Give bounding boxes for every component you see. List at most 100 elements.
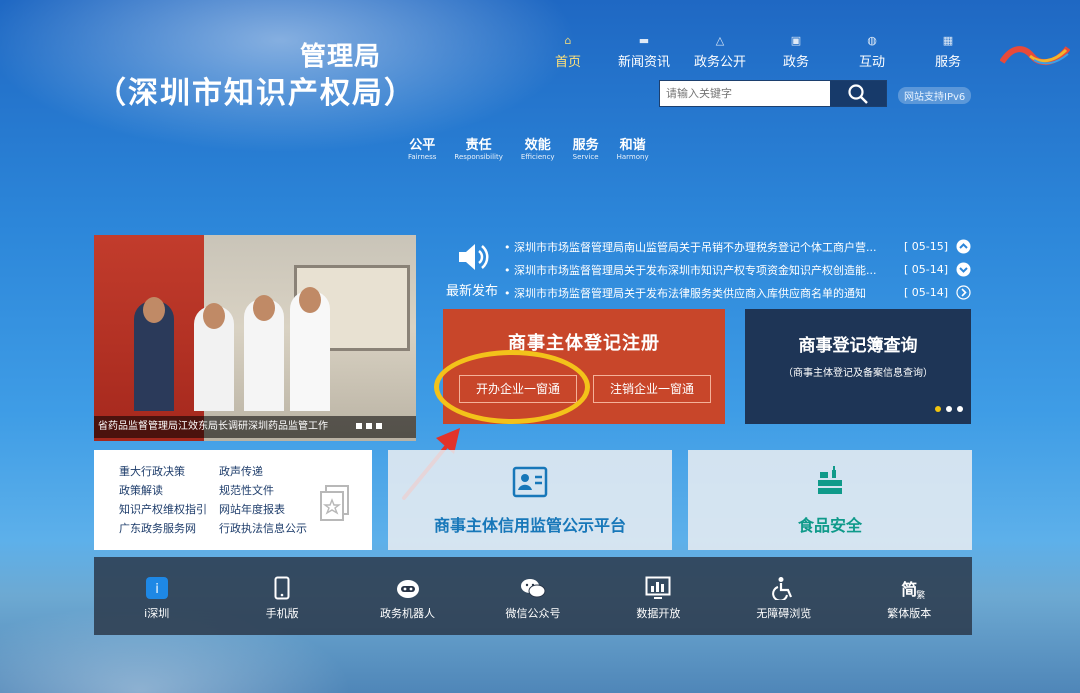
ribbon-logo	[1000, 46, 1070, 66]
tool-label: 手机版	[265, 607, 299, 620]
search-button[interactable]	[830, 81, 886, 106]
news-date: [ 05-14]	[903, 286, 948, 299]
link-major-decisions[interactable]: 重大行政决策	[119, 464, 219, 480]
slider-dots[interactable]	[356, 423, 382, 429]
nav-label: 互动	[858, 55, 885, 70]
news-item[interactable]: • 深圳市市场监督管理局南山监管局关于吊销不办理税务登记个体工商户营... [ …	[504, 235, 974, 258]
query-subtitle: （商事主体登记及备案信息查询）	[783, 368, 933, 379]
nav-label: 新闻资讯	[617, 55, 670, 70]
tool-traditional[interactable]: 简 繁 繁体版本	[847, 557, 972, 635]
scroll-down-button[interactable]	[954, 262, 972, 278]
scroll-up-button[interactable]	[954, 239, 972, 255]
latest-label: 最新发布	[446, 284, 499, 299]
tool-label: 繁体版本	[887, 607, 932, 620]
value-efficiency: 效能 Efficiency	[520, 138, 555, 161]
id-card-icon	[512, 466, 548, 498]
bottom-toolbar: i i深圳 手机版 政务机器人 微信公众号 数据开放 无障碍浏览 简 繁 繁体版…	[94, 557, 972, 635]
value-fairness: 公平 Fairness	[408, 138, 437, 161]
link-policy-interpretation[interactable]: 政策解读	[119, 483, 219, 499]
nav-home[interactable]: ⌂ 首页	[530, 34, 606, 70]
tool-accessibility[interactable]: 无障碍浏览	[721, 557, 846, 635]
tool-robot[interactable]: 政务机器人	[345, 557, 470, 635]
nav-label: 政务	[782, 55, 809, 70]
nav-label: 服务	[934, 55, 961, 70]
food-safety-icon	[818, 466, 842, 494]
main-nav: ⌂ 首页 ▬ 新闻资讯 △ 政务公开 ▣ 政务 ◍ 互动 ▦ 服务	[530, 34, 986, 70]
link-government-voice[interactable]: 政声传递	[219, 464, 329, 480]
link-ip-rights-guide[interactable]: 知识产权维权指引	[119, 502, 219, 518]
svg-text:i: i	[155, 582, 159, 597]
value-harmony: 和谐 Harmony	[616, 138, 649, 161]
highlight-circle	[434, 350, 590, 424]
photo-head	[143, 297, 165, 323]
search-icon	[848, 83, 868, 104]
quick-links-box: 重大行政决策 政声传递 政策解读 规范性文件 知识产权维权指引 网站年度报表 广…	[94, 450, 372, 550]
search-box	[659, 80, 887, 107]
chat-icon: ◍	[867, 34, 877, 47]
nav-interaction[interactable]: ◍ 互动	[834, 34, 910, 70]
ipv6-badge: 网站支持IPv6	[898, 87, 972, 104]
nav-label: 首页	[554, 55, 581, 70]
registry-query-panel[interactable]: 商事登记簿查询 （商事主体登记及备案信息查询）	[745, 309, 971, 424]
photo-head	[203, 303, 225, 329]
speaker-icon	[459, 244, 489, 270]
latest-news-list: • 深圳市市场监督管理局南山监管局关于吊销不办理税务登记个体工商户营... [ …	[504, 235, 974, 304]
tool-i-shenzhen[interactable]: i i深圳	[94, 557, 219, 635]
accessibility-icon	[771, 577, 792, 600]
value-service: 服务 Service	[572, 138, 599, 161]
chevron-up-icon	[956, 239, 970, 254]
more-button[interactable]	[954, 285, 972, 301]
link-guangdong-service[interactable]: 广东政务服务网	[119, 521, 219, 537]
news-item[interactable]: • 深圳市市场监督管理局关于发布深圳市知识产权专项资金知识产权创造能... [ …	[504, 258, 974, 281]
food-safety-panel[interactable]: 食品安全	[688, 450, 972, 550]
wechat-icon	[520, 579, 546, 598]
link-normative-docs[interactable]: 规范性文件	[219, 483, 329, 499]
documents-icon	[320, 485, 349, 521]
search-input[interactable]	[660, 81, 830, 106]
nav-gov-open[interactable]: △ 政务公开	[682, 34, 758, 70]
photo-head	[253, 295, 275, 321]
news-icon: ▬	[638, 34, 650, 47]
food-safety-title: 食品安全	[797, 516, 862, 535]
photo-head	[299, 287, 321, 313]
news-title[interactable]: • 深圳市市场监督管理局南山监管局关于吊销不办理税务登记个体工商户营...	[504, 239, 896, 255]
traditional-icon: 简 繁	[901, 580, 926, 601]
tool-label: 数据开放	[636, 607, 681, 620]
nav-news[interactable]: ▬ 新闻资讯	[606, 34, 682, 70]
chevron-down-icon	[956, 262, 970, 277]
chevron-right-icon	[955, 285, 971, 300]
credit-platform-panel[interactable]: 商事主体信用监管公示平台	[388, 450, 672, 550]
tool-wechat[interactable]: 微信公众号	[470, 557, 595, 635]
tool-open-data[interactable]: 数据开放	[596, 557, 721, 635]
tool-mobile[interactable]: 手机版	[219, 557, 344, 635]
nav-gov-service[interactable]: ▣ 政务	[758, 34, 834, 70]
core-values: 公平 Fairness 责任 Responsibility 效能 Efficiency…	[408, 134, 649, 161]
network-icon: △	[715, 34, 725, 47]
query-dots[interactable]	[935, 406, 963, 412]
nav-service[interactable]: ▦ 服务	[910, 34, 986, 70]
news-photo-slider[interactable]	[94, 235, 416, 441]
credit-platform-title: 商事主体信用监管公示平台	[433, 516, 626, 535]
mobile-icon	[274, 576, 290, 600]
site-title-line2: （深圳市知识产权局）	[96, 76, 416, 111]
home-icon: ⌂	[564, 34, 572, 47]
robot-icon	[396, 580, 419, 598]
query-title: 商事登记簿查询	[798, 336, 918, 356]
news-title[interactable]: • 深圳市市场监督管理局关于发布法律服务类供应商入库供应商名单的通知	[504, 285, 896, 301]
grid-icon: ▦	[942, 34, 954, 47]
link-annual-report[interactable]: 网站年度报表	[219, 502, 329, 518]
tool-label: 无障碍浏览	[756, 607, 812, 620]
chart-icon	[645, 576, 671, 599]
news-date: [ 05-14]	[903, 263, 948, 276]
close-business-button[interactable]: 注销企业一窗通	[593, 375, 711, 403]
link-enforcement-info[interactable]: 行政执法信息公示	[219, 521, 329, 537]
tool-label: 政务机器人	[380, 607, 436, 620]
news-title[interactable]: • 深圳市市场监督管理局关于发布深圳市知识产权专项资金知识产权创造能...	[504, 262, 896, 278]
tool-label: 微信公众号	[505, 607, 561, 620]
nav-label: 政务公开	[693, 55, 746, 70]
tool-label: i深圳	[144, 607, 170, 620]
i-shenzhen-icon: i	[145, 577, 168, 599]
value-responsibility: 责任 Responsibility	[454, 138, 503, 161]
news-date: [ 05-15]	[903, 240, 948, 253]
news-item[interactable]: • 深圳市市场监督管理局关于发布法律服务类供应商入库供应商名单的通知 [ 05-…	[504, 281, 974, 304]
